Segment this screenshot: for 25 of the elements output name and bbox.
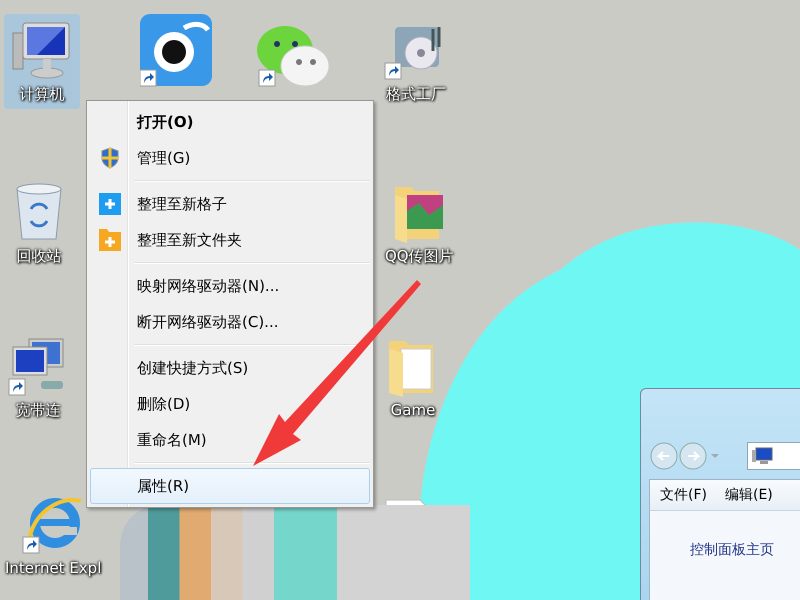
icon-label: Game	[390, 401, 436, 419]
icon-label: 宽带连	[16, 401, 60, 420]
shield-icon	[100, 147, 120, 169]
menu-bar-item[interactable]: 编辑(E)	[724, 486, 773, 504]
menu-item[interactable]: 重命名(M)	[90, 422, 370, 458]
menu-item[interactable]: 断开网络驱动器(C)...	[90, 304, 370, 340]
control-panel-home-link[interactable]: 控制面板主页	[650, 511, 800, 559]
icon-label: Internet Expl	[5, 559, 102, 577]
plus-square-icon	[99, 193, 121, 215]
menu-item[interactable]: 映射网络驱动器(N)...	[90, 268, 370, 304]
icon-label: QQ传图片	[385, 247, 454, 266]
menu-item[interactable]: 整理至新格子	[90, 186, 370, 222]
menu-item[interactable]: 属性(R)	[90, 468, 370, 504]
menu-item[interactable]: 创建快捷方式(S)	[90, 350, 370, 386]
address-bar[interactable]	[747, 442, 800, 470]
folder-plus-icon	[99, 229, 121, 251]
menu-item[interactable]: 整理至新文件夹	[90, 222, 370, 258]
menu-bar-item[interactable]: 文件(F)	[660, 486, 707, 504]
computer-icon	[752, 447, 774, 465]
menu-item[interactable]: 打开(O)	[90, 104, 370, 140]
icon-label: 回收站	[16, 247, 62, 266]
icon-label: 计算机	[20, 85, 64, 104]
icon-label: 格式工厂	[386, 85, 446, 104]
menu-item[interactable]: 管理(G)	[90, 140, 370, 176]
menu-item[interactable]: 删除(D)	[90, 386, 370, 422]
